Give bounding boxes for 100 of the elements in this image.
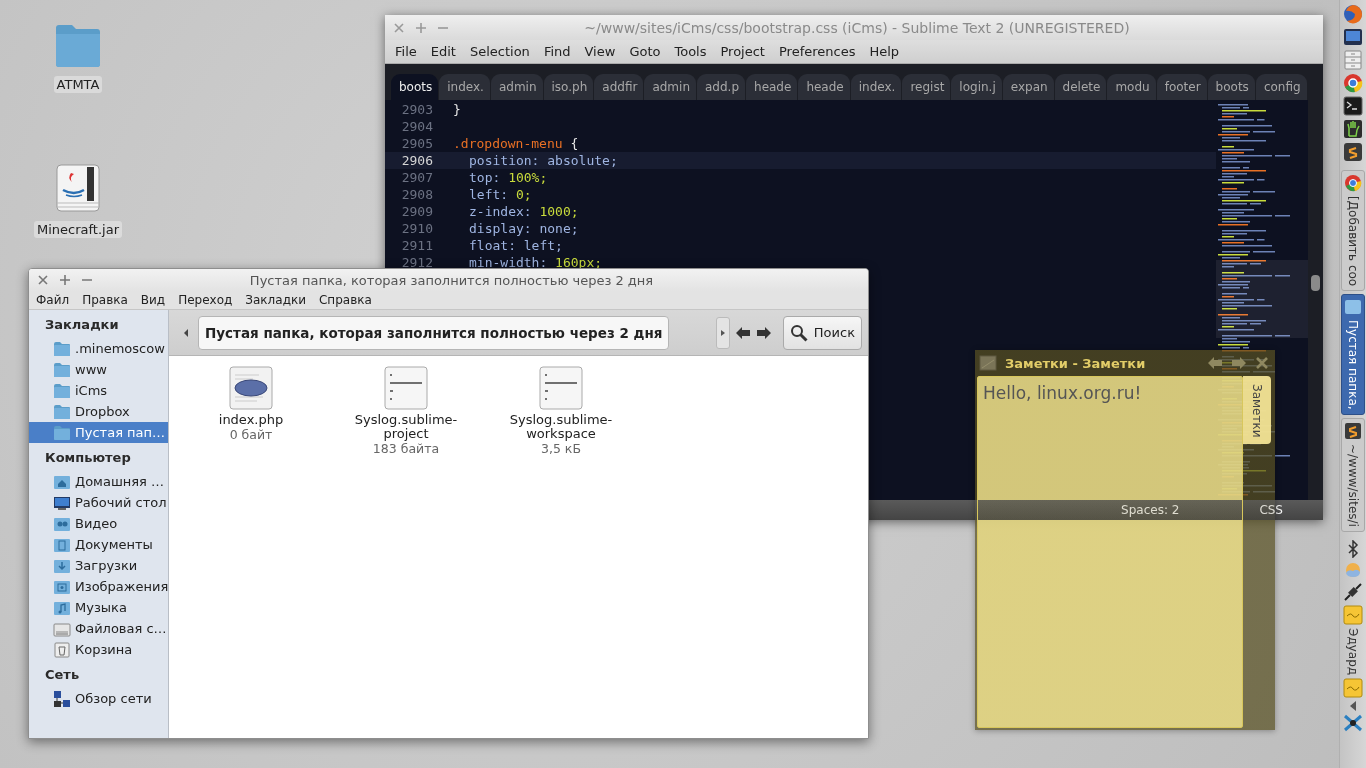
menu-item[interactable]: Project <box>713 44 772 59</box>
sidebar-item[interactable]: Dropbox <box>29 401 168 422</box>
maximize-icon[interactable] <box>59 274 71 286</box>
editor-tab[interactable]: modu <box>1107 74 1156 100</box>
menu-item[interactable]: Tools <box>667 44 714 59</box>
editor-tab[interactable]: footer <box>1156 74 1207 100</box>
forward-arrow-icon[interactable] <box>755 325 772 340</box>
code-line: min-width: 160px; <box>468 255 603 270</box>
drive-icon <box>53 620 71 637</box>
taskbar-button[interactable]: Пустая папка, <box>1341 294 1365 415</box>
note-tab[interactable]: Заметки <box>1243 376 1271 444</box>
menu-item[interactable]: Переход <box>173 293 238 307</box>
menu-item[interactable]: Edit <box>423 44 463 59</box>
sidebar-item[interactable]: Обзор сети <box>29 688 168 709</box>
bluetooth-icon[interactable] <box>1345 539 1361 558</box>
sidebar-item[interactable]: Рабочий стол <box>29 492 168 513</box>
menu-item[interactable]: Вид <box>135 293 171 307</box>
icon-label: ATMTA <box>53 76 103 93</box>
file-size: 183 байта <box>372 441 440 456</box>
chrome-icon[interactable] <box>1343 73 1363 93</box>
editor-tab[interactable]: config <box>1255 74 1307 100</box>
network-icon <box>53 689 71 708</box>
menu-item[interactable]: Правка <box>77 293 133 307</box>
line-number: 2904 <box>400 119 434 134</box>
tool-icon[interactable] <box>1343 713 1363 732</box>
status-text: Spaces: 2 <box>1121 503 1180 517</box>
editor-tab[interactable]: add.p <box>697 74 746 100</box>
sidebar-item[interactable]: .minemoscow <box>29 338 168 359</box>
file-size: 3,5 кБ <box>541 441 581 456</box>
firefox-icon[interactable] <box>1343 4 1363 24</box>
file-size: 0 байт <box>229 427 273 442</box>
close-icon[interactable] <box>393 21 405 34</box>
sidebar-item[interactable]: Пустая пап… <box>29 422 168 443</box>
editor-tab[interactable]: boots <box>1207 74 1255 100</box>
sidebar-item[interactable]: Загрузки <box>29 555 168 576</box>
search-icon <box>789 323 808 342</box>
camera-folder-icon <box>53 515 71 532</box>
editor-tab[interactable]: index. <box>850 74 902 100</box>
sidebar-item[interactable]: www <box>29 359 168 380</box>
monitor-icon[interactable] <box>1343 27 1363 47</box>
menu-item[interactable]: Закладки <box>240 293 311 307</box>
path-button[interactable]: Пустая папка, которая заполнится полностью через 2 дня <box>198 315 670 350</box>
sublime-icon[interactable] <box>1343 142 1363 162</box>
status-text: CSS <box>1259 503 1283 517</box>
editor-tab[interactable]: heade <box>746 74 798 100</box>
close-icon[interactable] <box>37 274 49 286</box>
menu-item[interactable]: Find <box>536 44 578 59</box>
sidebar-item[interactable]: Домашняя … <box>29 471 168 492</box>
plug-icon[interactable] <box>1343 581 1363 602</box>
terminal-icon[interactable] <box>1343 96 1363 116</box>
user-name[interactable]: Эдуард <box>1346 627 1360 675</box>
editor-tab[interactable]: heade <box>798 74 850 100</box>
taskbar-button[interactable]: ~/www/sites/i <box>1341 417 1365 532</box>
close-icon[interactable] <box>1255 356 1269 370</box>
menu-item[interactable]: Preferences <box>771 44 863 59</box>
sidebar-item[interactable]: Изображения <box>29 576 168 597</box>
caret-left-icon[interactable] <box>1349 700 1357 711</box>
editor-tab[interactable]: admin <box>490 74 543 100</box>
sidebar-item[interactable]: Файловая с… <box>29 618 168 639</box>
menu-item[interactable]: Файл <box>31 293 75 307</box>
menu-item[interactable]: Goto <box>622 44 668 59</box>
editor-tab[interactable]: admin <box>644 74 696 100</box>
editor-tab[interactable]: expan <box>1002 74 1054 100</box>
editor-tab[interactable]: index. <box>439 74 490 100</box>
music-folder-icon <box>53 599 71 616</box>
code-line: position: absolute; <box>468 153 618 168</box>
sidebar-item[interactable]: iCms <box>29 380 168 401</box>
menu-item[interactable]: View <box>577 44 623 59</box>
sidebar-item[interactable]: Документы <box>29 534 168 555</box>
menu-item[interactable]: Help <box>862 44 907 59</box>
maximize-icon[interactable] <box>415 21 427 34</box>
taskbar-button[interactable]: [Добавить соо <box>1341 170 1365 292</box>
editor-tab[interactable]: delete <box>1054 74 1107 100</box>
editor-tab[interactable]: login.j <box>951 74 1002 100</box>
sidebar-item[interactable]: Корзина <box>29 639 168 660</box>
line-number: 2906 <box>400 153 434 168</box>
picture-folder-icon <box>53 578 71 595</box>
icon-label: Minecraft.jar <box>34 221 122 238</box>
code-line: } <box>453 102 461 117</box>
note-app-icon <box>979 355 997 371</box>
folder-icon <box>54 22 102 68</box>
caret-left-icon[interactable] <box>183 328 189 337</box>
menu-item[interactable]: Selection <box>462 44 537 59</box>
document-folder-icon <box>53 536 71 553</box>
search-button[interactable]: Поиск <box>782 315 862 350</box>
line-number: 2910 <box>400 221 434 236</box>
menu-item[interactable]: Справка <box>314 293 377 307</box>
editor-tab[interactable]: regist <box>902 74 951 100</box>
sidebar-item[interactable]: Видео <box>29 513 168 534</box>
jar-file-icon <box>54 163 102 213</box>
file-name: Syslog.sublime-workspace <box>508 413 614 441</box>
back-arrow-icon[interactable] <box>734 325 751 340</box>
editor-tab[interactable]: boots <box>391 74 439 100</box>
menu-item[interactable]: File <box>388 44 424 59</box>
editor-tab[interactable]: iso.ph <box>543 74 594 100</box>
code-line: left: 0; <box>468 187 532 202</box>
code-line: .dropdown-menu { <box>453 136 579 151</box>
scrollbar[interactable] <box>1311 275 1320 291</box>
sidebar-item[interactable]: Музыка <box>29 597 168 618</box>
editor-tab[interactable]: addfir <box>594 74 644 100</box>
